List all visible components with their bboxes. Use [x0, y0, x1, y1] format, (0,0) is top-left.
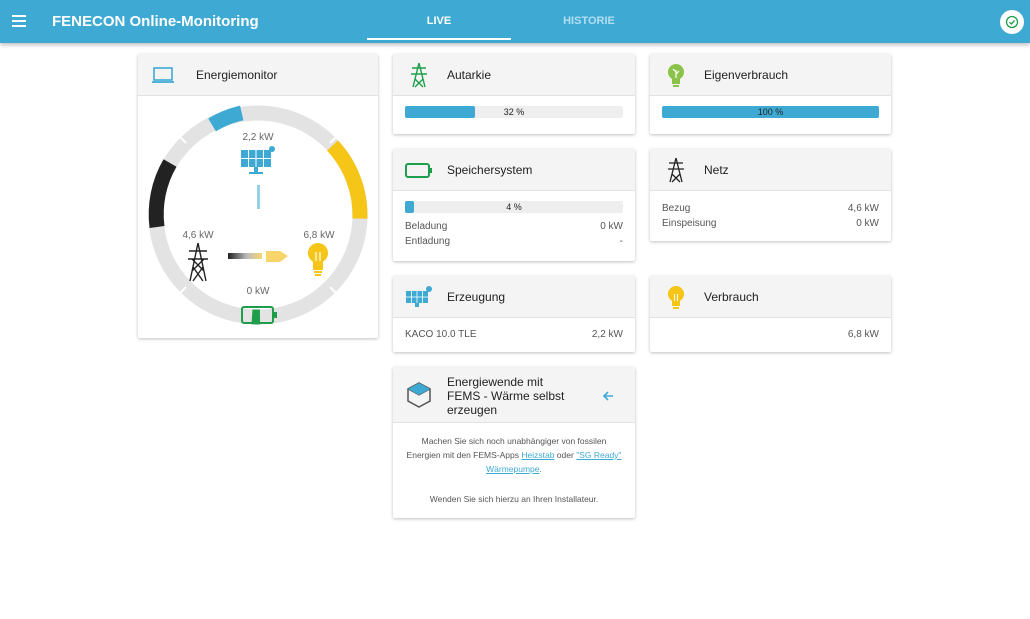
entladung-label: Entladung — [405, 236, 451, 247]
storage-value: 0 kW — [247, 286, 270, 297]
production-flow — [257, 185, 260, 209]
autarkie-progress: 32 % — [405, 106, 623, 118]
erzeugung-value: 2,2 kW — [591, 329, 623, 340]
erzeugung-title: Erzeugung — [447, 290, 506, 304]
eco-lightbulb-icon — [668, 64, 684, 87]
autarkie-title: Autarkie — [447, 68, 492, 82]
erzeugung-device-row: KACO 10.0 TLE 2,2 kW — [405, 329, 623, 340]
lightbulb-icon — [308, 243, 328, 276]
production-value: 2,2 kW — [242, 132, 274, 143]
promo-text-part-2: oder — [554, 450, 577, 460]
speichersystem-title: Speichersystem — [447, 163, 533, 177]
promo-title-line-2: FEMS - Wärme selbst — [447, 389, 565, 403]
energiemonitor-title: Energiemonitor — [196, 68, 278, 82]
arrow-back-icon[interactable] — [601, 389, 615, 403]
bezug-value: 4,6 kW — [847, 203, 879, 214]
netz-title: Netz — [704, 163, 729, 177]
autarkie-card: Autarkie 32 % — [393, 54, 635, 134]
consumption-value: 6,8 kW — [303, 230, 335, 241]
lightbulb-icon — [668, 286, 684, 309]
consumption-flow — [266, 251, 288, 262]
einspeisung-row: Einspeisung 0 kW — [662, 218, 879, 229]
speichersystem-card: Speichersystem 4 % Beladung 0 kW Entladu… — [393, 149, 635, 261]
grid-tower-icon — [411, 62, 427, 88]
menu-icon[interactable] — [12, 15, 26, 27]
beladung-row: Beladung 0 kW — [405, 221, 623, 232]
speichersystem-progress: 4 % — [405, 201, 623, 213]
eigenverbrauch-value: 100 % — [757, 107, 784, 117]
heizstab-link[interactable]: Heizstab — [521, 450, 554, 460]
fems-promo-card: Energiewende mit FEMS - Wärme selbst erz… — [393, 367, 635, 518]
solar-panel-icon — [241, 146, 275, 174]
beladung-value: 0 kW — [600, 221, 623, 232]
production-arc — [208, 105, 244, 132]
solar-panel-icon — [406, 286, 432, 307]
eigenverbrauch-card: Eigenverbrauch 100 % — [650, 54, 891, 134]
app-title: FENECON Online-Monitoring — [52, 13, 259, 30]
netz-card: Netz Bezug 4,6 kW Einspeisung 0 kW — [650, 149, 891, 241]
grid-tower-icon — [668, 157, 684, 183]
grid-value: 4,6 kW — [182, 230, 214, 241]
promo-title-line-3: erzeugen — [447, 403, 498, 417]
eigenverbrauch-progress: 100 % — [662, 106, 879, 118]
tab-historie[interactable]: HISTORIE — [517, 0, 661, 40]
eigenverbrauch-title: Eigenverbrauch — [704, 68, 789, 82]
einspeisung-value: 0 kW — [856, 218, 879, 229]
battery-icon — [405, 163, 432, 178]
status-ok-icon[interactable] — [1000, 10, 1024, 34]
bezug-row: Bezug 4,6 kW — [662, 203, 879, 214]
promo-text: Machen Sie sich noch unabhängiger von fo… — [405, 434, 623, 476]
grid-arc — [148, 159, 177, 228]
tab-live[interactable]: LIVE — [367, 0, 511, 40]
verbrauch-card: Verbrauch 6,8 kW — [650, 276, 891, 352]
verbrauch-title: Verbrauch — [704, 290, 759, 304]
fems-hexagon-icon — [407, 382, 431, 408]
verbrauch-value: 6,8 kW — [847, 329, 879, 340]
energiemonitor-card: Energiemonitor 2,2 kW 4,6 kW 6,8 kW 0 kW — [138, 54, 378, 338]
promo-title: Energiewende mit FEMS - Wärme selbst erz… — [447, 375, 564, 417]
grid-tower-icon — [188, 242, 208, 282]
entladung-value: - — [619, 236, 623, 247]
grid-flow — [228, 253, 262, 259]
beladung-label: Beladung — [405, 221, 448, 232]
consumption-arc — [326, 140, 368, 219]
erzeugung-device: KACO 10.0 TLE — [405, 329, 477, 340]
speichersystem-value: 4 % — [506, 202, 522, 212]
bezug-label: Bezug — [662, 203, 691, 214]
einspeisung-label: Einspeisung — [662, 218, 717, 229]
promo-text-part-3: . — [539, 464, 542, 474]
autarkie-value: 32 % — [503, 107, 525, 117]
erzeugung-card: Erzeugung KACO 10.0 TLE 2,2 kW — [393, 276, 635, 352]
energy-flow-diagram: 2,2 kW 4,6 kW 6,8 kW 0 kW — [148, 105, 368, 325]
top-app-bar: FENECON Online-Monitoring LIVE HISTORIE — [0, 0, 1030, 43]
entladung-row: Entladung - — [405, 236, 623, 247]
promo-footer: Wenden Sie sich hierzu an Ihren Installa… — [429, 494, 599, 504]
promo-title-line-1: Energiewende mit — [447, 375, 544, 389]
laptop-icon — [152, 67, 174, 83]
